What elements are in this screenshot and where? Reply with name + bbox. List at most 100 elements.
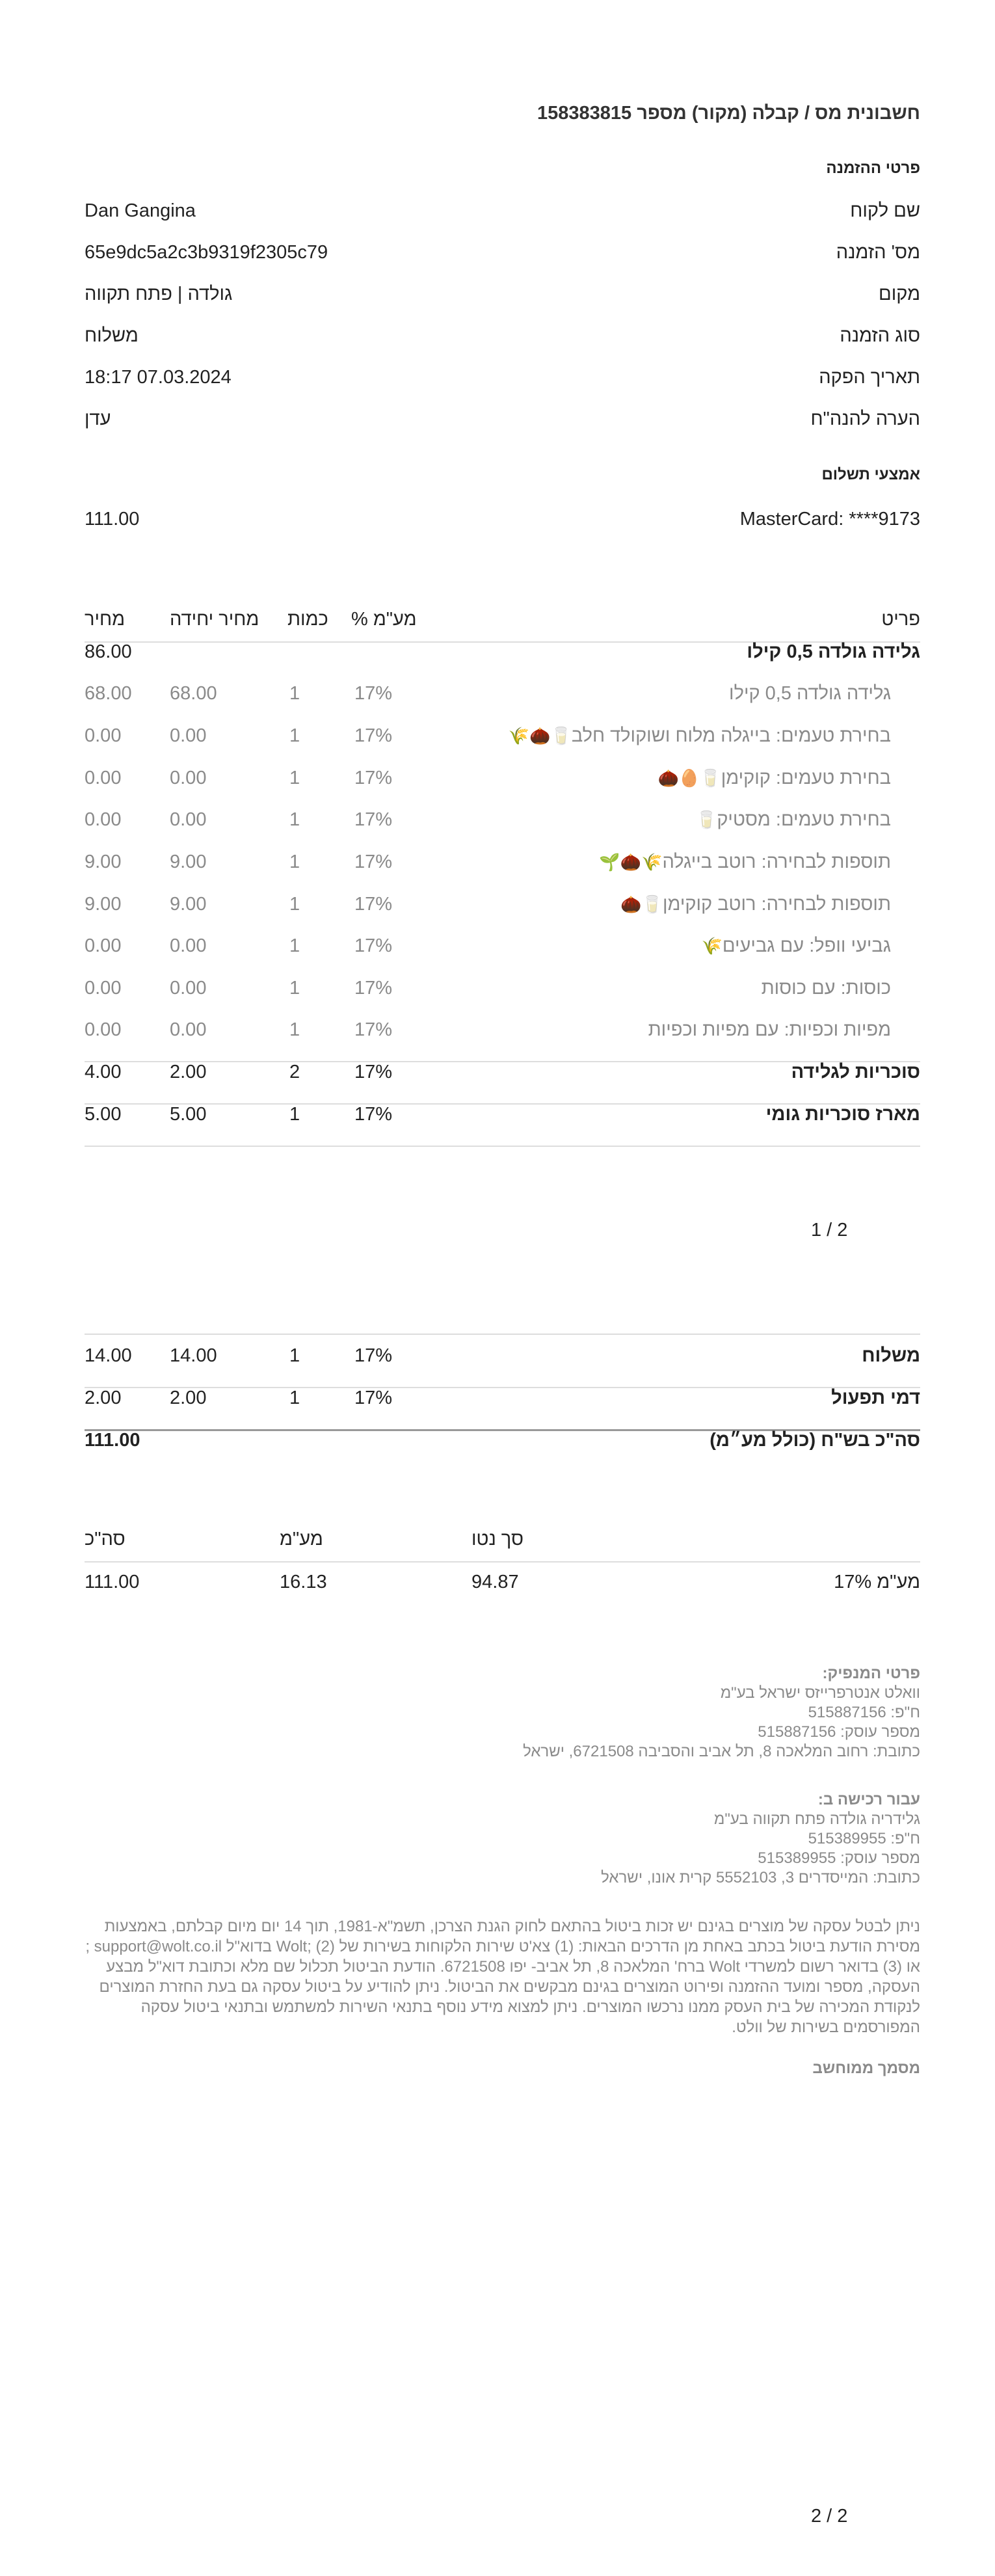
item-row: 0.00 0.00 1 17% כוסות: עם כוסות: [85, 978, 920, 1019]
item-name: תוספות לבחירה: רוטב בייגלה🌾🌰🌱: [596, 852, 891, 873]
item-unit-price: 0.00: [170, 978, 207, 999]
supplier-line: וואלט אנטרפרייזס ישראל בע"מ: [720, 1684, 920, 1702]
header-item: פריט: [881, 609, 920, 630]
item-name-text: תוספות לבחירה: רוטב בייגלה: [662, 852, 891, 872]
fee-qty: 1: [289, 1388, 300, 1408]
item-name: תוספות לבחירה: רוטב קוקימן🥛🌰: [618, 894, 891, 915]
item-name: בחירת טעמים: קוקימן🥛🥚🌰: [656, 768, 891, 789]
allergen-icons: 🥛🌰: [620, 895, 663, 915]
item-unit-price: 0.00: [170, 809, 207, 830]
order-number-label: מס' הזמנה: [836, 242, 920, 263]
payment-method: MasterCard: ****9173: [739, 509, 920, 530]
item-vat: 17%: [354, 809, 393, 830]
issue-date-row: תאריך הפקה 18:17 07.03.2024: [85, 367, 920, 393]
item-vat: 17%: [354, 725, 393, 746]
item-qty: 1: [289, 894, 300, 915]
venue-row: מקום גולדה | פתח תקווה: [85, 284, 920, 310]
item-qty: 1: [289, 852, 300, 872]
order-type-value: משלוח: [85, 325, 139, 346]
item-name: בחירת טעמים: מסטיק🥛: [693, 809, 891, 831]
item-name: כוסות: עם כוסות: [762, 978, 891, 999]
supplier-line: כתובת: רחוב המלאכה 8, תל אביב והסביבה 67…: [523, 1743, 920, 1760]
payment-row: MasterCard: ****9173 111.00: [85, 509, 920, 535]
fee-price: 2.00: [85, 1388, 122, 1408]
item-vat: 17%: [354, 935, 393, 956]
item-unit-price: 0.00: [170, 935, 207, 956]
item-row: 4.00 2.00 2 17% סוכריות לגלידה: [85, 1062, 920, 1105]
item-vat: 17%: [354, 978, 393, 999]
fee-qty: 1: [289, 1345, 300, 1366]
item-vat: 17%: [354, 768, 393, 788]
item-row: 0.00 0.00 1 17% בחירת טעמים: בייגלה מלוח ושו…: [85, 725, 920, 767]
item-name: מארז סוכריות גומי: [766, 1104, 920, 1125]
document-title: חשבונית מס / קבלה (מקור) מספר 158383815: [537, 103, 920, 124]
item-unit-price: 9.00: [170, 852, 207, 872]
vat-summary-header-total: סה"כ: [85, 1529, 126, 1550]
item-unit-price: 5.00: [170, 1104, 207, 1125]
item-row: 0.00 0.00 1 17% בחירת טעמים: קוקימן🥛🥚🌰: [85, 768, 920, 809]
item-price: 0.00: [85, 809, 122, 830]
grand-total-row: 111.00 סה"כ בש"ח (כולל מע״מ): [85, 1430, 920, 1471]
fee-name: משלוח: [862, 1345, 920, 1366]
item-name-text: מארז סוכריות גומי: [765, 1104, 920, 1125]
item-row: 68.00 68.00 1 17% גלידה גולדה 0,5 קילו: [85, 683, 920, 725]
item-row: 9.00 9.00 1 17% תוספות לבחירה: רוטב בייגלה🌾🌰…: [85, 852, 920, 893]
vat-summary-net: 94.87: [471, 1572, 519, 1592]
item-row: 86.00 גלידה גולדה 0,5 קילו: [85, 641, 920, 683]
order-type-row: סוג הזמנה משלוח: [85, 325, 920, 351]
customer-name-row: שם לקוח Dan Gangina: [85, 200, 920, 226]
payment-amount: 111.00: [85, 509, 140, 530]
vat-summary-total: 111.00: [85, 1572, 140, 1592]
issue-date-value: 18:17 07.03.2024: [85, 367, 232, 388]
item-vat: 17%: [354, 894, 393, 915]
item-row: 0.00 0.00 1 17% מפיות וכפיות: עם מפיות וכפיו…: [85, 1019, 920, 1062]
header-price: מחיר: [85, 609, 126, 630]
header-unit-price: מחיר יחידה: [170, 609, 259, 630]
cancellation-policy-text: ניתן לבטל עסקה של מוצרים בגינם יש זכות ב…: [85, 1918, 920, 2036]
item-qty: 1: [289, 683, 300, 704]
accounting-note-label: הערה להנה"ח: [810, 409, 920, 429]
item-unit-price: 0.00: [170, 768, 207, 788]
order-details-heading: פרטי ההזמנה: [826, 159, 920, 177]
fee-unit-price: 14.00: [170, 1345, 217, 1366]
header-qty: כמות: [287, 609, 328, 630]
item-price: 68.00: [85, 683, 132, 704]
supplier-details: פרטי המנפיק: וואלט אנטרפרייזס ישראל בע"מ…: [523, 1664, 920, 1762]
allergen-icons: 🥛🌰🌾: [508, 727, 572, 746]
item-name-text: תוספות לבחירה: רוטב קוקימן: [662, 894, 891, 915]
item-vat: 17%: [354, 1062, 393, 1082]
allergen-icons: 🥛🥚🌰: [657, 769, 721, 788]
item-price: 0.00: [85, 978, 122, 999]
fee-unit-price: 2.00: [170, 1388, 207, 1408]
computerized-document-label: מסמך ממוחשב: [812, 2059, 920, 2077]
header-vat: מע"מ %: [351, 609, 417, 630]
item-name-text: סוכריות לגלידה: [791, 1062, 920, 1082]
fee-vat: 17%: [354, 1345, 393, 1366]
vat-summary-header: סה"כ מע"מ סך נטו: [85, 1529, 920, 1563]
supplier-title: פרטי המנפיק:: [822, 1665, 920, 1682]
item-row: 5.00 5.00 1 17% מארז סוכריות גומי: [85, 1104, 920, 1147]
grand-total-value: 111.00: [85, 1430, 140, 1451]
venue-value: גולדה | פתח תקווה: [85, 284, 233, 304]
item-price: 0.00: [85, 1019, 122, 1040]
item-unit-price: 9.00: [170, 894, 207, 915]
accounting-note-row: הערה להנה"ח עדן: [85, 409, 920, 435]
order-number-row: מס' הזמנה 65e9dc5a2c3b9319f2305c79: [85, 242, 920, 268]
vat-summary-header-vat: מע"מ: [280, 1529, 323, 1550]
item-qty: 1: [289, 935, 300, 956]
vat-summary-label: מע"מ 17%: [834, 1572, 920, 1592]
fee-row: 2.00 2.00 1 17% דמי תפעול: [85, 1388, 920, 1431]
fee-name: דמי תפעול: [831, 1388, 920, 1408]
item-qty: 2: [289, 1062, 300, 1082]
merchant-line: ח"פ: 515389955: [808, 1830, 920, 1847]
merchant-title: עבור רכישה ב:: [817, 1791, 920, 1808]
item-price: 9.00: [85, 852, 122, 872]
items-table-header: מחיר מחיר יחידה כמות מע"מ % פריט: [85, 609, 920, 643]
item-name: גלידה גולדה 0,5 קילו: [747, 641, 920, 663]
item-name-text: כוסות: עם כוסות: [761, 978, 891, 999]
fee-price: 14.00: [85, 1345, 132, 1366]
item-name-text: גלידה גולדה 0,5 קילו: [747, 641, 920, 662]
issue-date-label: תאריך הפקה: [819, 367, 920, 388]
item-price: 5.00: [85, 1104, 122, 1125]
item-unit-price: 0.00: [170, 725, 207, 746]
